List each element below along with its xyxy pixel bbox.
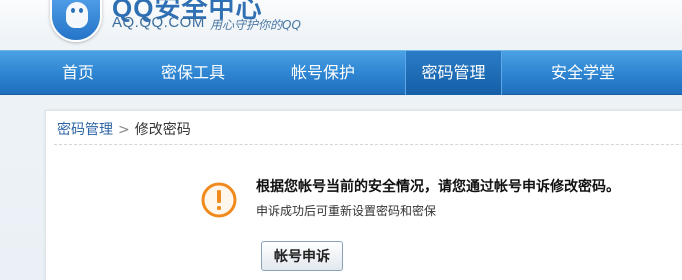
nav-item-password-management[interactable]: 密码管理 <box>405 51 502 95</box>
nav-item-home[interactable]: 首页 <box>30 51 126 95</box>
breadcrumb-parent-link[interactable]: 密码管理 <box>57 122 113 138</box>
breadcrumb: 密码管理 > 修改密码 <box>57 119 191 139</box>
site-header: QQ安全中心 AQ.QQ.COM 用心守护你的QQ <box>0 0 682 50</box>
nav-item-security-tools[interactable]: 密保工具 <box>145 51 241 95</box>
breadcrumb-current: 修改密码 <box>134 122 191 138</box>
exclamation-circle-icon <box>201 182 237 218</box>
dashed-divider <box>54 144 682 145</box>
site-domain: AQ.QQ.COM <box>112 14 205 31</box>
qq-shield-logo-icon[interactable] <box>50 0 102 42</box>
site-slogan: 用心守护你的QQ <box>210 18 301 32</box>
notice-sub-text: 申诉成功后可重新设置密码和密保 <box>256 204 437 218</box>
main-nav: 首页 密保工具 帐号保护 密码管理 安全学堂 <box>0 50 682 95</box>
account-appeal-button[interactable]: 帐号申诉 <box>261 241 343 271</box>
notice-main-text: 根据您帐号当前的安全情况，请您通过帐号申诉修改密码。 <box>256 179 620 195</box>
penguin-icon <box>66 2 88 28</box>
nav-item-account-protection[interactable]: 帐号保护 <box>275 51 371 95</box>
breadcrumb-separator: > <box>118 122 130 138</box>
content-panel: 密码管理 > 修改密码 根据您帐号当前的安全情况，请您通过帐号申诉修改密码。 申诉成… <box>45 110 682 280</box>
nav-item-security-school[interactable]: 安全学堂 <box>535 51 631 95</box>
